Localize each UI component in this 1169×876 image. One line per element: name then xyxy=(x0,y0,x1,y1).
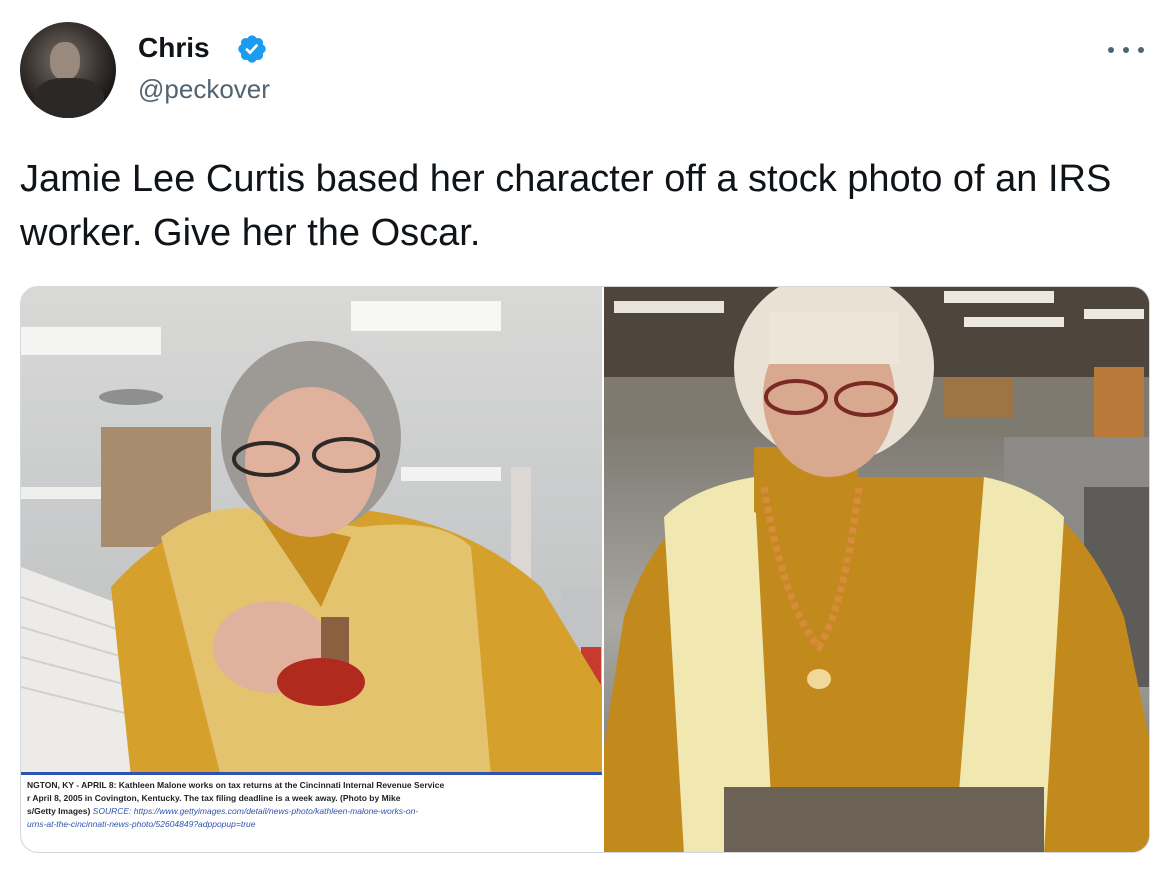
caption-line-3: s/Getty Images) xyxy=(27,806,93,816)
caption-source-link[interactable]: SOURCE: https://www.gettyimages.com/deta… xyxy=(93,806,419,816)
tweet-media[interactable]: NGTON, KY - APRIL 8: Kathleen Malone wor… xyxy=(20,286,1150,853)
caption-line-2: r April 8, 2005 in Covington, Kentucky. … xyxy=(27,793,401,803)
more-horizontal-icon[interactable] xyxy=(1108,42,1144,58)
avatar-face xyxy=(50,42,80,80)
tweet-header: Chris @peckover xyxy=(20,20,1150,120)
display-name[interactable]: Chris xyxy=(138,32,210,64)
stock-photo-caption: NGTON, KY - APRIL 8: Kathleen Malone wor… xyxy=(21,772,602,852)
avatar[interactable] xyxy=(20,22,116,118)
movie-still-character[interactable] xyxy=(604,287,1149,852)
caption-line-1: NGTON, KY - APRIL 8: Kathleen Malone wor… xyxy=(27,780,445,790)
stock-photo-irs-worker[interactable]: NGTON, KY - APRIL 8: Kathleen Malone wor… xyxy=(21,287,602,852)
caption-source-link-cont[interactable]: urns-at-the-cincinnati-news-photo/526048… xyxy=(27,818,596,831)
avatar-body xyxy=(34,78,104,118)
movie-still-illustration xyxy=(604,287,1149,852)
tweet-text: Jamie Lee Curtis based her character off… xyxy=(20,158,1112,254)
stock-photo-illustration xyxy=(21,301,602,777)
user-handle[interactable]: @peckover xyxy=(138,74,270,104)
verified-badge-icon xyxy=(238,35,266,63)
